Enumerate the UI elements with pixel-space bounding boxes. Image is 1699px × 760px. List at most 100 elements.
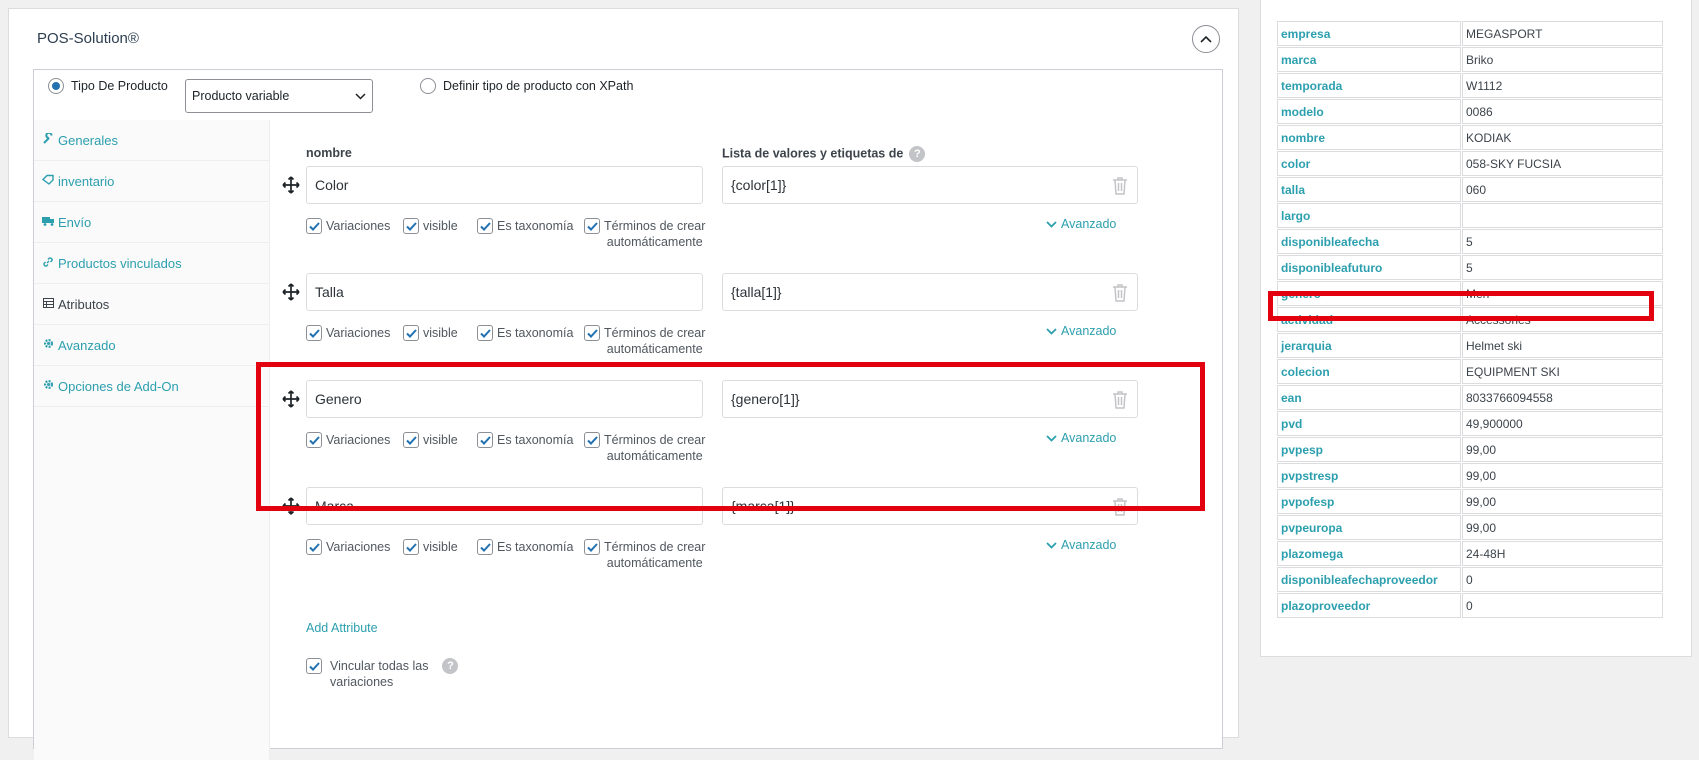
- field-row-jerarquia: jerarquia Helmet ski: [1277, 333, 1663, 358]
- link-all-variations-row[interactable]: Vincular todas las variaciones ?: [306, 658, 459, 690]
- column-header-values: Lista de valores y etiquetas de?: [722, 146, 926, 162]
- tab-generales[interactable]: Generales: [34, 120, 269, 161]
- visible-checkbox-row[interactable]: visible: [403, 539, 458, 555]
- variations-checkbox[interactable]: [306, 325, 322, 341]
- field-value[interactable]: MEGASPORT: [1462, 21, 1663, 46]
- product-type-label: Tipo De Producto: [71, 79, 168, 93]
- field-value[interactable]: [1462, 203, 1663, 228]
- variations-checkbox-row[interactable]: Variaciones: [306, 325, 390, 341]
- terms-checkbox-row[interactable]: Términos de crear automáticamente: [584, 325, 705, 357]
- field-row-modelo: modelo 0086: [1277, 99, 1663, 124]
- variations-checkbox-row[interactable]: Variaciones: [306, 218, 390, 234]
- field-value[interactable]: 0086: [1462, 99, 1663, 124]
- xpath-radio-row[interactable]: Definir tipo de producto con XPath: [420, 78, 633, 94]
- advanced-toggle[interactable]: Avanzado: [1046, 324, 1116, 338]
- trash-icon[interactable]: [1111, 283, 1129, 303]
- collapse-button[interactable]: [1192, 25, 1220, 53]
- help-icon[interactable]: ?: [909, 146, 926, 162]
- taxonomy-checkbox[interactable]: [477, 218, 493, 234]
- field-value[interactable]: 99,00: [1462, 515, 1663, 540]
- move-icon[interactable]: [282, 283, 300, 301]
- attribute-value-input[interactable]: {color[1]}: [722, 166, 1138, 204]
- visible-checkbox-row[interactable]: visible: [403, 218, 458, 234]
- taxonomy-checkbox-row[interactable]: Es taxonomía: [477, 539, 573, 555]
- taxonomy-checkbox[interactable]: [477, 539, 493, 555]
- field-key[interactable]: disponibleafecha: [1277, 229, 1461, 254]
- variations-checkbox[interactable]: [306, 218, 322, 234]
- wrench-icon: [41, 131, 55, 147]
- field-key[interactable]: color: [1277, 151, 1461, 176]
- advanced-toggle[interactable]: Avanzado: [1046, 538, 1116, 552]
- field-value[interactable]: 99,00: [1462, 437, 1663, 462]
- field-key[interactable]: pvpofesp: [1277, 489, 1461, 514]
- field-key[interactable]: plazoproveedor: [1277, 593, 1461, 618]
- attribute-value-input[interactable]: {talla[1]}: [722, 273, 1138, 311]
- advanced-toggle[interactable]: Avanzado: [1046, 217, 1116, 231]
- field-key[interactable]: plazomega: [1277, 541, 1461, 566]
- trash-icon[interactable]: [1111, 176, 1129, 196]
- field-value[interactable]: 060: [1462, 177, 1663, 202]
- field-value[interactable]: 99,00: [1462, 489, 1663, 514]
- field-row-plazomega: plazomega 24-48H: [1277, 541, 1663, 566]
- field-key[interactable]: pvd: [1277, 411, 1461, 436]
- terms-checkbox[interactable]: [584, 539, 600, 555]
- taxonomy-checkbox-row[interactable]: Es taxonomía: [477, 218, 573, 234]
- field-key[interactable]: colecion: [1277, 359, 1461, 384]
- column-header-name: nombre: [306, 146, 352, 160]
- field-value[interactable]: 5: [1462, 229, 1663, 254]
- add-attribute-link[interactable]: Add Attribute: [306, 621, 378, 635]
- chevron-down-icon: [1046, 541, 1057, 549]
- field-key[interactable]: temporada: [1277, 73, 1461, 98]
- variations-checkbox-row[interactable]: Variaciones: [306, 539, 390, 555]
- variations-checkbox[interactable]: [306, 539, 322, 555]
- taxonomy-checkbox-row[interactable]: Es taxonomía: [477, 325, 573, 341]
- visible-checkbox[interactable]: [403, 325, 419, 341]
- field-value[interactable]: EQUIPMENT SKI: [1462, 359, 1663, 384]
- terms-checkbox-row[interactable]: Términos de crear automáticamente: [584, 539, 705, 571]
- field-key[interactable]: pvpesp: [1277, 437, 1461, 462]
- product-type-select[interactable]: Producto variable: [185, 79, 373, 113]
- field-key[interactable]: pvpeuropa: [1277, 515, 1461, 540]
- field-key[interactable]: pvpstresp: [1277, 463, 1461, 488]
- terms-checkbox[interactable]: [584, 218, 600, 234]
- field-value[interactable]: Helmet ski: [1462, 333, 1663, 358]
- field-value[interactable]: 49,900000: [1462, 411, 1663, 436]
- field-key[interactable]: disponibleafechaproveedor: [1277, 567, 1461, 592]
- help-icon[interactable]: ?: [442, 658, 459, 674]
- chevron-down-icon: [1046, 220, 1057, 228]
- field-key[interactable]: jerarquia: [1277, 333, 1461, 358]
- field-value[interactable]: 8033766094558: [1462, 385, 1663, 410]
- field-key[interactable]: disponibleafuturo: [1277, 255, 1461, 280]
- product-type-radio[interactable]: [48, 78, 64, 94]
- taxonomy-checkbox[interactable]: [477, 325, 493, 341]
- field-key[interactable]: largo: [1277, 203, 1461, 228]
- field-key[interactable]: modelo: [1277, 99, 1461, 124]
- visible-checkbox-row[interactable]: visible: [403, 325, 458, 341]
- field-value[interactable]: 0: [1462, 593, 1663, 618]
- field-key[interactable]: ean: [1277, 385, 1461, 410]
- field-value[interactable]: 99,00: [1462, 463, 1663, 488]
- attribute-name-input[interactable]: Color: [306, 166, 703, 204]
- field-value[interactable]: 0: [1462, 567, 1663, 592]
- xpath-radio[interactable]: [420, 78, 436, 94]
- product-type-radio-row[interactable]: Tipo De Producto: [48, 78, 168, 94]
- link-all-variations-checkbox[interactable]: [306, 658, 322, 674]
- attribute-name-input[interactable]: Talla: [306, 273, 703, 311]
- field-value[interactable]: KODIAK: [1462, 125, 1663, 150]
- terms-line-2: automáticamente: [606, 556, 703, 570]
- move-icon[interactable]: [282, 176, 300, 194]
- visible-checkbox[interactable]: [403, 218, 419, 234]
- field-key[interactable]: nombre: [1277, 125, 1461, 150]
- field-value[interactable]: W1112: [1462, 73, 1663, 98]
- chevron-down-icon: [355, 92, 366, 100]
- field-key[interactable]: empresa: [1277, 21, 1461, 46]
- field-value[interactable]: 058-SKY FUCSIA: [1462, 151, 1663, 176]
- terms-checkbox[interactable]: [584, 325, 600, 341]
- field-key[interactable]: marca: [1277, 47, 1461, 72]
- field-value[interactable]: 5: [1462, 255, 1663, 280]
- field-key[interactable]: talla: [1277, 177, 1461, 202]
- terms-checkbox-row[interactable]: Términos de crear automáticamente: [584, 218, 705, 250]
- field-value[interactable]: 24-48H: [1462, 541, 1663, 566]
- field-value[interactable]: Briko: [1462, 47, 1663, 72]
- visible-checkbox[interactable]: [403, 539, 419, 555]
